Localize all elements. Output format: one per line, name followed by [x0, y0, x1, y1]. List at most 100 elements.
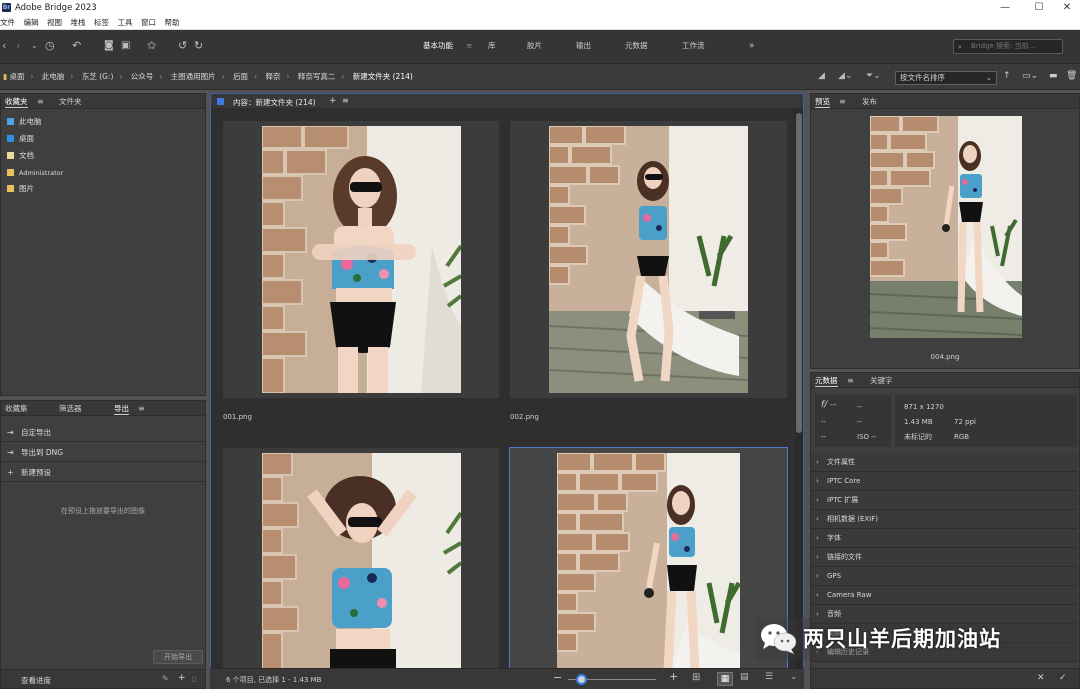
workspace-metadata[interactable]: 元数据 [625, 41, 648, 51]
crumb-folder-4[interactable]: 释奈 [265, 72, 280, 82]
rating-filter-icon[interactable]: ◢⌄ [838, 71, 852, 81]
panel-menu-icon[interactable]: ≡ [138, 404, 145, 413]
workspace-essentials[interactable]: 基本功能 [423, 41, 453, 51]
menu-tools[interactable]: 工具 [118, 16, 133, 30]
start-export-button[interactable]: 开始导出 [153, 650, 203, 664]
zoom-in-icon[interactable]: + [669, 671, 678, 683]
menu-window[interactable]: 窗口 [141, 16, 156, 30]
panel-menu-icon[interactable]: ≡ [342, 96, 349, 105]
plus-icon[interactable]: + [329, 96, 337, 106]
tab-preview[interactable]: 预览 [815, 97, 830, 108]
crumb-drive[interactable]: 东芝 (G:) [82, 72, 114, 82]
workspace-library[interactable]: 库 [488, 41, 496, 51]
thumbnail-001[interactable] [223, 121, 499, 398]
sort-select[interactable]: 按文件名排序 ⌄ [895, 71, 997, 85]
menu-edit[interactable]: 编辑 [24, 16, 39, 30]
menu-help[interactable]: 帮助 [165, 16, 180, 30]
tab-publish[interactable]: 发布 [862, 97, 877, 107]
panel-menu-icon[interactable]: ≡ [847, 376, 854, 385]
panel-menu-icon[interactable]: ≡ [839, 97, 846, 106]
recent-icon[interactable]: ◷ [45, 39, 55, 53]
chevron-down-icon[interactable]: ⌄ [31, 39, 38, 53]
crumb-current[interactable]: 新建文件夹 (214) [353, 72, 413, 82]
fav-item-pictures[interactable]: 图片 [7, 184, 34, 194]
thumbnail-view-icon[interactable]: ▦ [717, 672, 733, 686]
view-progress-link[interactable]: 查看进度 [21, 675, 51, 686]
tab-folders[interactable]: 文件夹 [59, 97, 82, 107]
crumb-folder-5[interactable]: 释奈写真二 [298, 72, 336, 82]
thumbnail-003[interactable] [223, 448, 499, 670]
cancel-icon[interactable]: ✕ [1037, 673, 1045, 683]
details-view-icon[interactable]: ▤ [740, 672, 749, 682]
fav-item-administrator[interactable]: Administrator [7, 168, 63, 178]
open-recent-icon[interactable]: ▭⌄ [1022, 71, 1038, 81]
crumb-this-pc[interactable]: 此电脑 [42, 72, 65, 82]
list-view-icon[interactable]: ☰ [765, 672, 773, 682]
section-fonts[interactable]: › 字体 [811, 529, 1077, 548]
rotate-right-icon[interactable]: ↻ [194, 39, 203, 53]
section-gps[interactable]: › GPS [811, 567, 1077, 586]
quality-icon[interactable]: ◢ [818, 71, 825, 81]
section-linked-files[interactable]: › 链接的文件 [811, 548, 1077, 567]
camera-icon[interactable]: ◙ [104, 39, 114, 53]
workspace-menu-icon[interactable]: ≡ [466, 41, 472, 51]
export-custom[interactable]: ⇥ 自定导出 [1, 423, 205, 442]
fav-item-this-pc[interactable]: 此电脑 [7, 117, 42, 127]
grid-lock-icon[interactable]: ⊞ [692, 672, 700, 683]
rotate-left-icon[interactable]: ↺ [178, 39, 187, 53]
crumb-desktop[interactable]: 桌面 [10, 72, 25, 82]
workspace-output[interactable]: 输出 [576, 41, 591, 51]
edit-icon[interactable]: ✎ [162, 674, 169, 683]
sort-direction-icon[interactable]: ↑ [1003, 71, 1011, 81]
tab-favorites[interactable]: 收藏夹 [5, 97, 28, 108]
photo-downloader-icon[interactable]: ✿ [147, 39, 156, 53]
workspace-more-button[interactable]: » [749, 41, 755, 51]
new-preset[interactable]: + 新建预设 [1, 463, 205, 482]
filter-icon[interactable]: ⏷⌄ [866, 71, 881, 81]
crumb-folder-3[interactable]: 后面 [233, 72, 248, 82]
export-dng[interactable]: ⇥ 导出到 DNG [1, 443, 205, 462]
crumb-folder-2[interactable]: 主图通用图片 [171, 72, 216, 82]
panel-menu-icon[interactable]: ≡ [37, 97, 44, 106]
return-icon[interactable]: ↶ [72, 39, 81, 53]
workspace-filmstrip[interactable]: 胶片 [527, 41, 542, 51]
menu-stack[interactable]: 堆栈 [71, 16, 86, 30]
crumb-folder-1[interactable]: 公众号 [131, 72, 154, 82]
fav-item-desktop[interactable]: 桌面 [7, 134, 34, 144]
plus-icon[interactable]: + [178, 673, 186, 683]
apply-icon[interactable]: ✓ [1059, 673, 1067, 683]
tab-filter[interactable]: 筛选器 [59, 404, 82, 414]
refine-icon[interactable]: ▣ [121, 39, 130, 53]
section-file-properties[interactable]: › 文件属性 [811, 453, 1077, 472]
slider-handle[interactable] [576, 674, 588, 685]
section-camera-raw[interactable]: › Camera Raw [811, 586, 1077, 605]
preview-image[interactable] [870, 116, 1022, 338]
vertical-scrollbar[interactable] [795, 109, 803, 668]
back-icon[interactable]: ‹ [2, 39, 6, 53]
tab-keywords[interactable]: 关键字 [870, 376, 893, 386]
maximize-icon[interactable]: ☐ [1024, 0, 1054, 16]
search-input[interactable]: Bridge 搜索: 当前... [953, 39, 1063, 54]
forward-icon[interactable]: › [16, 39, 20, 53]
tab-metadata[interactable]: 元数据 [815, 376, 838, 387]
minimize-icon[interactable]: — [990, 0, 1020, 16]
tab-export[interactable]: 导出 [114, 404, 129, 415]
zoom-out-icon[interactable]: − [553, 672, 562, 684]
section-iptc-core[interactable]: › IPTC Core [811, 472, 1077, 491]
workspace-workflow[interactable]: 工作流 [682, 41, 705, 51]
menu-file[interactable]: 文件 [0, 16, 15, 30]
new-folder-icon[interactable]: ▬ [1049, 71, 1058, 81]
menu-view[interactable]: 视图 [47, 16, 62, 30]
section-camera-data[interactable]: › 相机数据 (EXIF) [811, 510, 1077, 529]
close-icon[interactable]: ✕ [1052, 0, 1080, 16]
section-iptc-extension[interactable]: › IPTC 扩展 [811, 491, 1077, 510]
scrollbar-thumb[interactable] [796, 113, 802, 433]
thumbnail-004[interactable] [509, 447, 788, 671]
trash-icon[interactable]: ▯ [192, 674, 196, 683]
chevron-down-icon[interactable]: ⌄ [790, 672, 798, 682]
fav-item-documents[interactable]: 文档 [7, 151, 34, 161]
thumbnail-002[interactable] [510, 121, 787, 398]
trash-icon[interactable]: 🗑 [1066, 71, 1077, 81]
menu-label[interactable]: 标签 [94, 16, 109, 30]
tab-collections[interactable]: 收藏集 [5, 404, 28, 414]
